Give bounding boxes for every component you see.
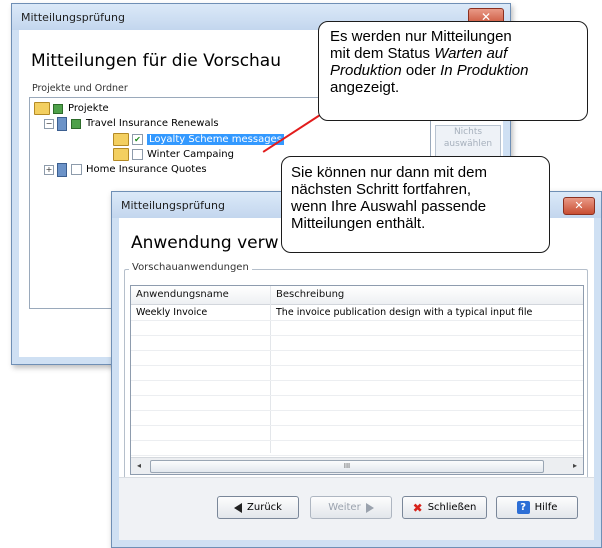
scroll-left-icon[interactable]: ◂ [131,458,147,474]
callout-text-line: Mitteilungen enthält. [291,215,426,232]
help-button-label: Hilfe [534,502,558,513]
tree-node-winter[interactable]: Winter Campaing [113,147,234,162]
table-row [131,350,583,366]
tree-node-label-selected: Loyalty Scheme messages [147,134,284,145]
callout-text-line: wenn Ihre Auswahl passende [291,198,487,215]
applications-list[interactable]: Anwendungsname Beschreibung Weekly Invoi… [130,285,584,475]
close-icon: ✕ [574,199,584,212]
help-icon: ? [516,501,530,514]
table-row [131,410,583,426]
table-row [131,425,583,441]
next-button-label: Weiter [328,502,361,513]
list-header: Anwendungsname Beschreibung [131,286,583,305]
column-header-description[interactable]: Beschreibung [276,289,344,300]
folder-icon [113,133,129,146]
front-window-client: Anwendung verw Vorschauanwendungen Anwen… [119,218,594,540]
back-button-label: Zurück [247,502,282,513]
table-row [131,440,583,456]
table-row [131,320,583,336]
front-window-title: Mitteilungsprüfung [121,198,225,212]
close-dialog-button[interactable]: ✖ Schließen [402,496,487,519]
arrow-left-icon [234,502,243,513]
callout-text-line: angezeigt. [330,79,400,96]
projects-folders-label: Projekte und Ordner [32,83,128,94]
collapse-icon[interactable]: − [44,118,54,129]
project-icon [57,162,67,177]
checkbox-unchecked[interactable] [71,164,82,175]
folder-icon [34,102,50,115]
tree-node-loyalty[interactable]: ✔ Loyalty Scheme messages [113,132,284,147]
folder-icon [113,148,129,161]
tree-node-label: Travel Insurance Renewals [86,118,219,129]
close-x-icon: ✖ [412,500,423,515]
horizontal-scrollbar[interactable]: ◂ III ▸ [131,457,583,474]
callout-text-line: mit dem Status Warten auf [330,45,508,62]
callout-text-line: Es werden nur Mitteilungen [330,28,512,45]
tree-node-label: Winter Campaing [147,149,234,160]
callout-text-line: Produktion oder In Produktion [330,62,529,79]
tree-node-project-travel[interactable]: − Travel Insurance Renewals [44,116,219,131]
button-bar: Zurück Weiter ✖ Schließen ? Hilfe [119,477,594,540]
front-window-heading: Anwendung verw [131,233,279,253]
back-window-title: Mitteilungsprüfung [21,10,125,24]
tree-node-label: Projekte [68,103,109,114]
close-button-label: Schließen [427,502,477,513]
project-icon [57,116,67,131]
checkbox-checked[interactable]: ✔ [132,134,143,145]
next-button[interactable]: Weiter [310,496,392,519]
tree-node-root[interactable]: Projekte [34,101,109,116]
scroll-thumb[interactable]: III [150,460,544,473]
callout-status-note: Es werden nur Mitteilungen mit dem Statu… [318,21,588,121]
table-row[interactable]: Weekly Invoice The invoice publication de… [131,305,583,321]
back-window-heading: Mitteilungen für die Vorschau [31,51,282,71]
checkbox-unchecked[interactable] [132,149,143,160]
help-button[interactable]: ? Hilfe [496,496,578,519]
cell-description: The invoice publication design with a ty… [276,307,533,318]
table-row [131,335,583,351]
column-header-name[interactable]: Anwendungsname [136,289,229,300]
status-icon [53,103,63,114]
callout-selection-note: Sie können nur dann mit dem nächsten Sch… [281,156,550,253]
group-label: Vorschauanwendungen [129,262,252,273]
expand-icon[interactable]: + [44,164,54,175]
front-window-close-button[interactable]: ✕ [563,197,595,215]
tree-node-label: Home Insurance Quotes [86,164,207,175]
callout-text-line: nächsten Schritt fortfahren, [291,181,472,198]
back-button[interactable]: Zurück [217,496,299,519]
table-row [131,380,583,396]
arrow-right-icon [365,502,374,513]
select-none-button[interactable]: Nichts auswählen [435,125,501,157]
scroll-right-icon[interactable]: ▸ [567,458,583,474]
tree-node-project-home[interactable]: + Home Insurance Quotes [44,162,207,177]
table-row [131,365,583,381]
table-row [131,395,583,411]
status-icon [71,118,81,129]
cell-application-name: Weekly Invoice [136,307,208,318]
callout-text-line: Sie können nur dann mit dem [291,164,487,181]
